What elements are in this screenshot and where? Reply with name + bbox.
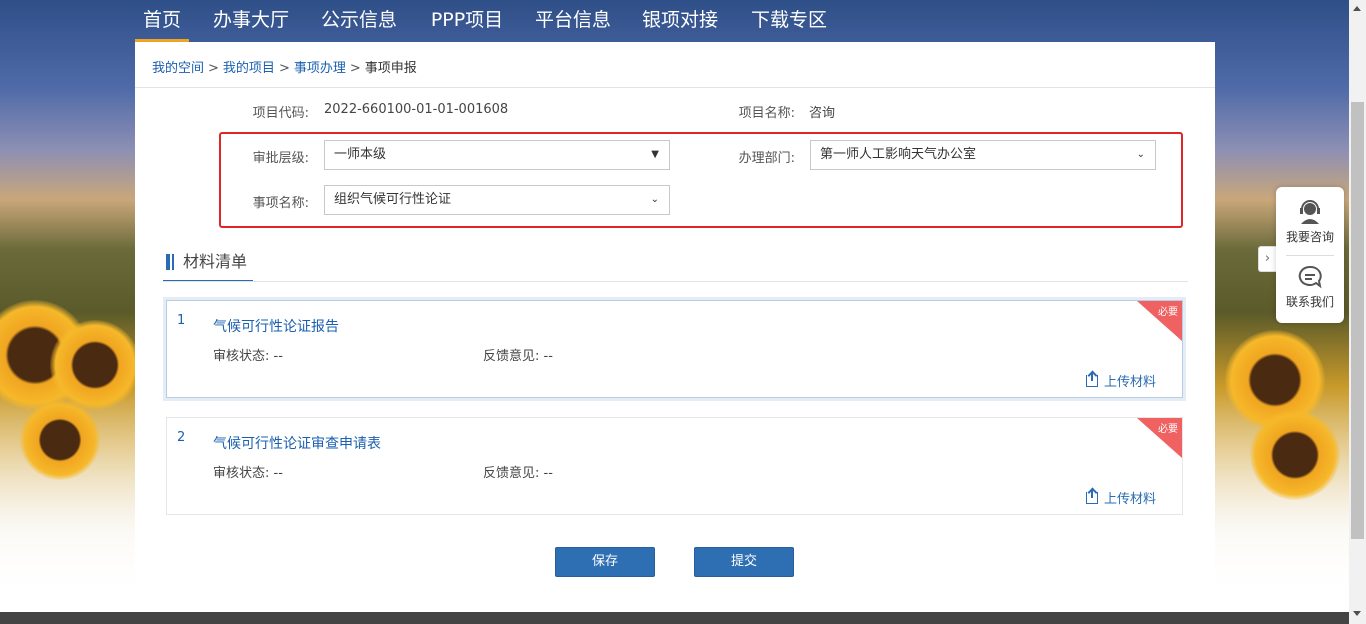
material-number: 1 <box>177 313 186 328</box>
consult-label: 我要咨询 <box>1285 230 1334 244</box>
section-marker-icon <box>166 254 170 270</box>
required-tag: 必要 <box>1158 424 1178 435</box>
required-tag: 必要 <box>1158 307 1178 318</box>
section-marker-icon <box>172 254 174 270</box>
scroll-down-arrow-icon[interactable] <box>1353 611 1361 616</box>
review-status: 审核状态: -- <box>213 345 283 364</box>
review-status-value: -- <box>273 466 283 481</box>
nav-ppp-projects[interactable]: PPP项目 <box>426 0 508 42</box>
consult-button[interactable]: 我要咨询 <box>1276 199 1344 245</box>
materials-title-text: 材料清单 <box>183 252 248 271</box>
nav-platform-info[interactable]: 平台信息 <box>532 0 614 42</box>
feedback-value: -- <box>543 349 553 364</box>
feedback: 反馈意见: -- <box>483 462 553 481</box>
page-scrollbar[interactable] <box>1349 0 1366 624</box>
sunflower-decoration <box>20 400 100 480</box>
float-toggle-button[interactable]: › <box>1258 246 1276 272</box>
upload-material-button[interactable]: 上传材料 <box>1085 371 1156 390</box>
approval-level-select[interactable]: 一师本级 ▼ <box>324 140 670 170</box>
material-title[interactable]: 气候可行性论证审查申请表 <box>213 433 381 453</box>
submit-button[interactable]: 提交 <box>694 547 794 577</box>
headset-icon <box>1300 200 1320 224</box>
contact-button[interactable]: 联系我们 <box>1276 264 1344 310</box>
feedback-label: 反馈意见: <box>483 349 540 364</box>
caret-down-icon: ▼ <box>651 149 659 160</box>
material-number: 2 <box>177 430 186 445</box>
item-name-select[interactable]: 组织气候可行性论证 ⌄ <box>324 185 670 215</box>
upload-icon <box>1085 373 1098 387</box>
item-name-value: 组织气候可行性论证 <box>334 192 452 207</box>
material-card[interactable]: 必要 2 气候可行性论证审查申请表 审核状态: -- 反馈意见: -- 上传材料 <box>166 417 1183 515</box>
feedback-value: -- <box>543 466 553 481</box>
upload-label: 上传材料 <box>1103 492 1156 507</box>
approval-level-value: 一师本级 <box>334 147 387 162</box>
breadcrumb-separator: > <box>349 61 361 76</box>
upload-label: 上传材料 <box>1103 375 1156 390</box>
upload-material-button[interactable]: 上传材料 <box>1085 488 1156 507</box>
review-status: 审核状态: -- <box>213 462 283 481</box>
save-button[interactable]: 保存 <box>555 547 655 577</box>
upload-icon <box>1085 490 1098 504</box>
project-code-value: 2022-660100-01-01-001608 <box>324 102 509 117</box>
project-name-label: 项目名称: <box>738 106 795 121</box>
feedback-label: 反馈意见: <box>483 466 540 481</box>
main-panel: 我的空间 > 我的项目 > 事项办理 > 事项申报 项目代码: 2022-660100-01… <box>135 42 1215 582</box>
feedback: 反馈意见: -- <box>483 345 553 364</box>
department-select[interactable]: 第一师人工影响天气办公室 ⌄ <box>810 140 1156 170</box>
review-status-label: 审核状态: <box>213 466 270 481</box>
breadcrumb-current: 事项申报 <box>364 61 417 76</box>
float-divider <box>1286 255 1334 256</box>
chevron-down-icon: ⌄ <box>1136 149 1145 160</box>
approval-level-label: 审批层级: <box>252 151 309 166</box>
breadcrumb-my-space[interactable]: 我的空间 <box>152 61 204 76</box>
chevron-down-icon: ⌄ <box>650 194 659 205</box>
breadcrumb-separator: > <box>208 61 219 76</box>
footer-bar <box>0 612 1349 624</box>
scroll-up-arrow-icon[interactable] <box>1353 6 1361 11</box>
review-status-value: -- <box>273 349 283 364</box>
material-card[interactable]: 必要 1 气候可行性论证报告 审核状态: -- 反馈意见: -- 上传材料 <box>166 300 1183 398</box>
scrollbar-thumb[interactable] <box>1351 102 1364 539</box>
review-status-label: 审核状态: <box>213 349 270 364</box>
nav-service-hall[interactable]: 办事大厅 <box>210 0 292 42</box>
breadcrumb-separator: > <box>278 61 290 76</box>
department-label: 办理部门: <box>738 151 795 166</box>
breadcrumb: 我的空间 > 我的项目 > 事项办理 > 事项申报 <box>135 42 1215 88</box>
sunflower-decoration <box>50 320 140 410</box>
project-code-label: 项目代码: <box>252 106 309 121</box>
breadcrumb-my-projects[interactable]: 我的项目 <box>223 61 275 76</box>
materials-section-title: 材料清单 <box>163 248 253 282</box>
contact-label: 联系我们 <box>1285 295 1334 309</box>
chat-bubble-icon <box>1298 265 1322 289</box>
nav-home[interactable]: 首页 <box>135 0 189 42</box>
top-navigation: 首页 办事大厅 公示信息 PPP项目 平台信息 银项对接 下载专区 <box>0 0 1349 42</box>
project-name-value: 咨询 <box>809 106 836 121</box>
breadcrumb-handling[interactable]: 事项办理 <box>294 61 346 76</box>
nav-bank-link[interactable]: 银项对接 <box>639 0 721 42</box>
nav-downloads[interactable]: 下载专区 <box>748 0 830 42</box>
floating-help-panel: 我要咨询 联系我们 <box>1276 187 1344 323</box>
item-name-label: 事项名称: <box>252 196 309 211</box>
department-value: 第一师人工影响天气办公室 <box>820 147 977 162</box>
section-divider <box>163 281 1188 282</box>
nav-public-info[interactable]: 公示信息 <box>318 0 400 42</box>
material-title[interactable]: 气候可行性论证报告 <box>213 316 339 336</box>
sunflower-decoration <box>1250 410 1340 500</box>
